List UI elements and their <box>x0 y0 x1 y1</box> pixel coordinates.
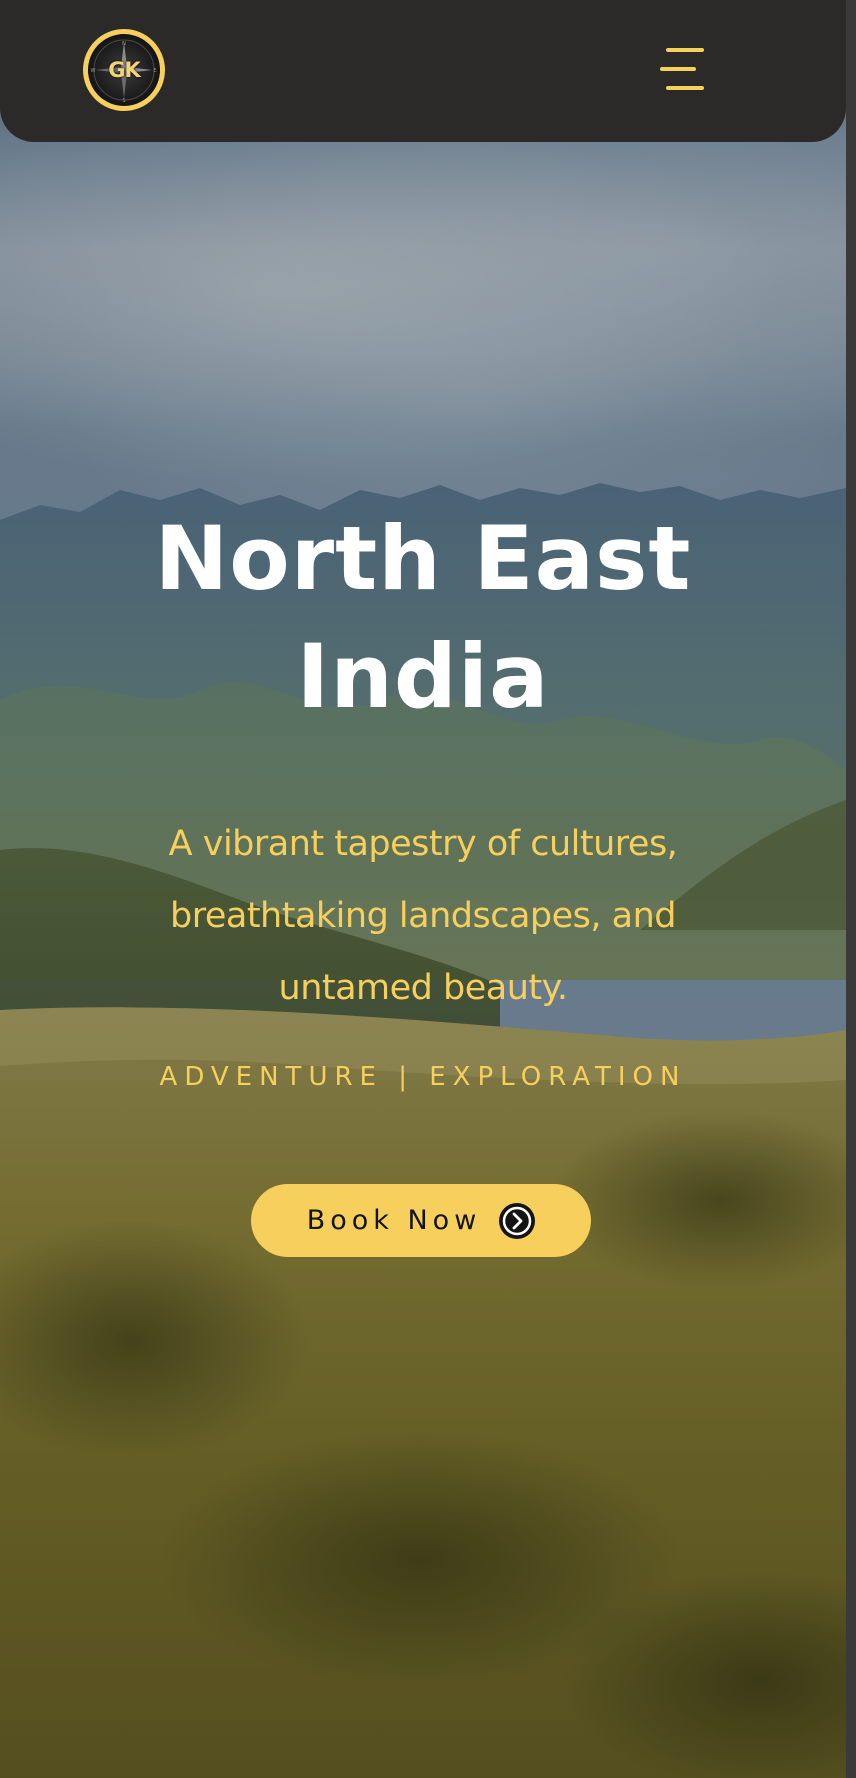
hero-content: North East India A vibrant tapestry of c… <box>0 500 846 1092</box>
chevron-right-circle-icon <box>499 1202 536 1239</box>
compass-logo-emblem: N S W E GK <box>88 34 160 106</box>
book-now-label: Book Now <box>306 1205 482 1236</box>
svg-text:E: E <box>153 68 156 74</box>
svg-text:N: N <box>122 41 126 47</box>
hero-tagline: ADVENTURE | EXPLORATION <box>159 1062 687 1092</box>
menu-line-top <box>666 48 704 52</box>
page: N S W E GK North East India A vibrant ta… <box>0 0 856 1778</box>
top-header: N S W E GK <box>0 0 846 142</box>
logo-monogram: GK <box>108 58 141 82</box>
svg-text:S: S <box>122 98 125 104</box>
hero-subtitle: A vibrant tapestry of cultures, breathta… <box>168 824 678 1008</box>
scrollbar[interactable] <box>846 0 856 1778</box>
brand-logo[interactable]: N S W E GK <box>83 29 165 111</box>
book-now-button[interactable]: Book Now <box>251 1184 591 1257</box>
menu-line-middle <box>660 67 696 71</box>
svg-text:W: W <box>91 68 96 74</box>
menu-line-bottom <box>666 86 704 90</box>
hamburger-menu-icon[interactable] <box>660 46 712 92</box>
hero-title: North East India <box>154 507 692 728</box>
